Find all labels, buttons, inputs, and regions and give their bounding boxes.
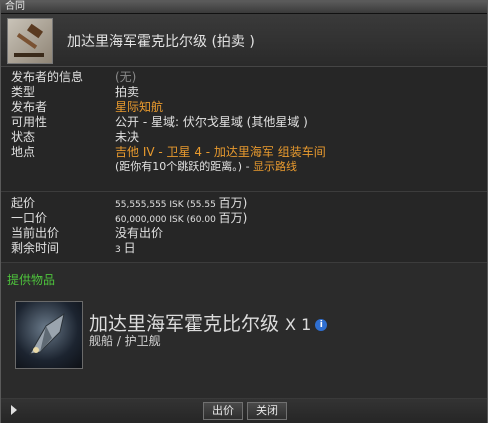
- jump-distance: (距你有10个跳跃的距离。) - 显示路线: [115, 160, 298, 173]
- price-row-buyout: 一口价 60,000,000 ISK (60.00 百万): [11, 211, 481, 225]
- contract-title: 加达里海军霍克比尔级 (拍卖 ): [67, 34, 255, 50]
- close-button[interactable]: 关闭: [247, 402, 287, 420]
- item-quantity: X 1: [285, 315, 312, 334]
- price-section: 起价 55,555,555 ISK (55.55 百万) 一口价 60,000,…: [1, 192, 487, 263]
- info-row-issuer-info: 发布者的信息 (无): [11, 70, 481, 84]
- contract-window: 合同 加达里海军霍克比尔级 (拍卖 ) 发布者的信息 (无) 类型 拍卖 发布者…: [0, 0, 488, 423]
- info-label: 可用性: [11, 115, 48, 129]
- footer-bar: 出价 关闭: [1, 398, 487, 423]
- info-label: 地点: [11, 145, 36, 159]
- bid-button[interactable]: 出价: [203, 402, 243, 420]
- ship-thumbnail[interactable]: [15, 301, 83, 369]
- info-label: 状态: [11, 130, 36, 144]
- price-row-current-bid: 当前出价 没有出价: [11, 226, 481, 240]
- gavel-icon: [7, 18, 53, 64]
- expand-arrow-icon[interactable]: [11, 405, 17, 415]
- info-value: 拍卖: [115, 85, 140, 99]
- info-value: 未决: [115, 130, 140, 144]
- price-row-starting-bid: 起价 55,555,555 ISK (55.55 百万): [11, 196, 481, 210]
- price-value: 3 日: [115, 241, 136, 255]
- info-value: (无): [115, 70, 137, 84]
- price-value: 60,000,000 ISK (60.00 百万): [115, 211, 248, 225]
- price-value: 没有出价: [115, 226, 164, 240]
- issuer-link[interactable]: 星际知航: [115, 100, 163, 114]
- items-offered-heading: 提供物品: [7, 273, 56, 287]
- info-row-location-extra: (距你有10个跳跃的距离。) - 显示路线: [11, 160, 481, 174]
- price-label: 剩余时间: [11, 241, 60, 255]
- info-label: 类型: [11, 85, 36, 99]
- price-label: 起价: [11, 196, 36, 210]
- price-value: 55,555,555 ISK (55.55 百万): [115, 196, 248, 210]
- price-row-time-left: 剩余时间 3 日: [11, 241, 481, 255]
- info-label: 发布者: [11, 100, 48, 114]
- show-route-link[interactable]: 显示路线: [253, 160, 297, 173]
- contract-info: 发布者的信息 (无) 类型 拍卖 发布者 星际知航 可用性 公开 - 星域: 伏…: [1, 67, 487, 192]
- info-row-issuer: 发布者 星际知航: [11, 100, 481, 114]
- info-row-availability: 可用性 公开 - 星域: 伏尔戈星域 (其他星域 ): [11, 115, 481, 129]
- price-label: 一口价: [11, 211, 48, 225]
- contract-header: 加达里海军霍克比尔级 (拍卖 ): [1, 14, 487, 67]
- info-label: 发布者的信息: [11, 70, 84, 84]
- info-icon[interactable]: i: [315, 318, 328, 331]
- info-value: 公开 - 星域: 伏尔戈星域 (其他星域 ): [115, 115, 308, 129]
- info-row-type: 类型 拍卖: [11, 85, 481, 99]
- window-title[interactable]: 合同: [1, 1, 487, 14]
- item-category: 舰船 / 护卫舰: [89, 334, 161, 348]
- info-row-location: 地点 吉他 IV - 卫星 4 - 加达里海军 组装车间: [11, 145, 481, 159]
- price-label: 当前出价: [11, 226, 60, 240]
- location-link[interactable]: 吉他 IV - 卫星 4 - 加达里海军 组装车间: [115, 145, 326, 159]
- info-row-status: 状态 未决: [11, 130, 481, 144]
